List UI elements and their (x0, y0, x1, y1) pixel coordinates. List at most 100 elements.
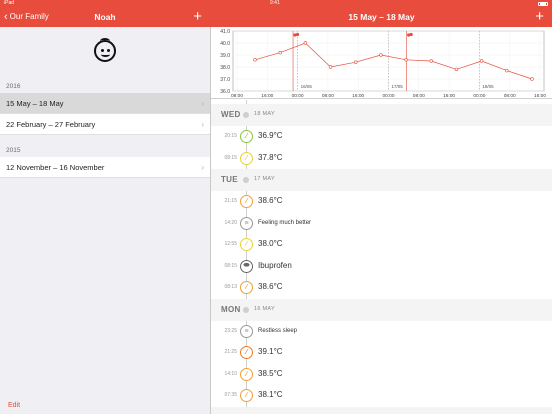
episode-title: 15 May – 18 May (348, 12, 415, 22)
entry-time: 08:13 (224, 284, 237, 290)
thermometer-icon: ⁄ (240, 281, 253, 294)
entry-text: 38.6°C (258, 196, 283, 205)
clock: 9:41 (270, 0, 280, 6)
year-header: 2015 (6, 147, 21, 154)
temperature-chart: 41.0 40.0 39.0 38.0 37.0 36.0 08:00 16:00 00:00 0… (211, 27, 552, 99)
episode-row[interactable]: 15 May – 18 May › (0, 93, 210, 114)
day-marker-label: 18/05 (482, 84, 494, 89)
day-name: WED (221, 110, 241, 119)
timeline-entry[interactable]: 14:10 ⁄ 38.5°C (211, 364, 552, 385)
add-entry-button[interactable]: + (535, 7, 544, 27)
data-point (303, 41, 308, 45)
entry-time: 08:15 (224, 262, 237, 269)
day-name: TUE (221, 175, 238, 184)
entry-time: 23:25 (224, 327, 237, 334)
chevron-right-icon: › (201, 99, 204, 108)
x-tick-label: 08:00 (322, 93, 334, 99)
pill-icon (295, 32, 300, 37)
year-header: 2016 (6, 83, 21, 90)
data-point (505, 68, 509, 73)
data-point (530, 77, 534, 81)
episode-label: 12 November – 16 November (6, 163, 105, 172)
entry-time: 21:15 (224, 198, 237, 204)
x-tick-label: 16:00 (261, 93, 273, 99)
entry-time: 20:15 (224, 133, 237, 139)
day-header: SUN15 MAY (211, 406, 552, 414)
data-point (429, 59, 433, 63)
entry-time: 21:25 (224, 349, 237, 355)
day-dot (243, 177, 249, 183)
note-icon: ≡ (240, 324, 253, 338)
day-dot (243, 112, 249, 118)
timeline-entry[interactable]: 20:15 ⁄ 36.9°C (211, 126, 552, 147)
x-tick-label: 08:00 (231, 93, 243, 99)
x-tick-label: 16:00 (352, 93, 364, 99)
episode-row[interactable]: 12 November – 16 November › (0, 157, 210, 178)
thermometer-icon: ⁄ (240, 151, 253, 165)
entry-text: Restless sleep (258, 327, 298, 334)
temperature-chart-svg: 41.040.039.038.037.036.008:00 16:00 00:00 0… (220, 29, 546, 99)
timeline: WED 18 MAY 20:15 ⁄ 36.9°C 08:15 ⁄ 37.8°C TUE 17 M… (211, 100, 552, 414)
thermometer-icon: ⁄ (240, 130, 253, 143)
x-tick-label: 00:00 (382, 93, 394, 99)
pill-icon: ⬬ (240, 259, 253, 273)
data-point (253, 58, 257, 62)
timeline-entry[interactable]: 21:15 ⁄ 38.6°C (211, 191, 552, 212)
thermometer-icon: ⁄ (240, 238, 253, 251)
timeline-entry[interactable]: 21:25 ⁄ 39.1°C (211, 342, 552, 363)
timeline-entry[interactable]: 08:15 ⁄ 37.8°C (211, 148, 552, 169)
child-face-icon[interactable] (94, 38, 116, 62)
entry-text: 38.5°C (258, 368, 283, 378)
entry-time: 14:20 (224, 219, 237, 226)
timeline-entry[interactable]: 07:35 ⁄ 38.1°C (211, 385, 552, 406)
day-date: 16 MAY (254, 305, 275, 312)
add-episode-button[interactable]: + (193, 7, 202, 27)
entry-time: 12:55 (224, 241, 237, 247)
data-point (354, 60, 358, 64)
entry-text: 36.9°C (258, 131, 283, 140)
entry-time: 14:10 (224, 370, 237, 377)
left-nav-bar: ‹ Our Family Noah + (0, 7, 210, 27)
data-point (479, 59, 484, 63)
x-tick-label: 08:00 (504, 93, 516, 99)
timeline-entry[interactable]: 23:25 ≡ Restless sleep (211, 321, 552, 342)
entry-text: 37.8°C (258, 152, 283, 162)
day-date: 18 MAY (254, 111, 275, 117)
status-bar: iPad 9:41 (0, 0, 552, 7)
x-tick-label: 16:00 (443, 93, 455, 99)
avatar-area (0, 27, 210, 77)
day-header: WED 18 MAY (211, 104, 552, 126)
episode-list-panel: 2016 15 May – 18 May › 22 February – 27 Feb… (0, 27, 210, 414)
timeline-entry[interactable]: 08:15 ⬬ Ibuprofen (211, 256, 552, 277)
y-tick-label: 41.0 (220, 29, 230, 35)
data-point (328, 65, 333, 69)
thermometer-icon: ⁄ (240, 346, 253, 359)
day-marker-label: 16/05 (301, 84, 313, 89)
data-point (404, 58, 408, 62)
x-tick-label: 16:00 (534, 93, 546, 99)
top-bar: iPad 9:41 ‹ Our Family Noah + 15 May – 1… (0, 0, 552, 27)
entry-text: 38.6°C (258, 282, 283, 291)
entry-text: 39.1°C (258, 347, 283, 356)
chevron-right-icon: › (201, 120, 204, 129)
day-date: 17 MAY (254, 176, 275, 182)
day-dot (243, 306, 249, 313)
day-name: MON (221, 304, 241, 314)
timeline-entry[interactable]: 12:55 ⁄ 38.0°C (211, 234, 552, 255)
data-point (379, 53, 383, 57)
x-tick-label: 00:00 (473, 93, 485, 99)
timeline-entry[interactable]: 08:13 ⁄ 38.6°C (211, 277, 552, 298)
episode-label: 15 May – 18 May (6, 99, 64, 108)
y-tick-label: 39.0 (220, 53, 230, 59)
carrier-label: iPad (4, 0, 15, 6)
episode-row[interactable]: 22 February – 27 February › (0, 114, 210, 135)
episode-groups: 2016 15 May – 18 May › 22 February – 27 Feb… (0, 77, 210, 178)
entry-text: Ibuprofen (258, 260, 292, 270)
day-header: MON 16 MAY (211, 298, 552, 321)
thermometer-icon: ⁄ (240, 389, 253, 402)
timeline-entry[interactable]: 14:20 ≡ Feeling much better (211, 213, 552, 234)
edit-button[interactable]: Edit (8, 402, 20, 409)
episode-label: 22 February – 27 February (6, 120, 96, 129)
x-tick-label: 00:00 (292, 93, 304, 99)
y-tick-label: 36.0 (220, 89, 230, 95)
